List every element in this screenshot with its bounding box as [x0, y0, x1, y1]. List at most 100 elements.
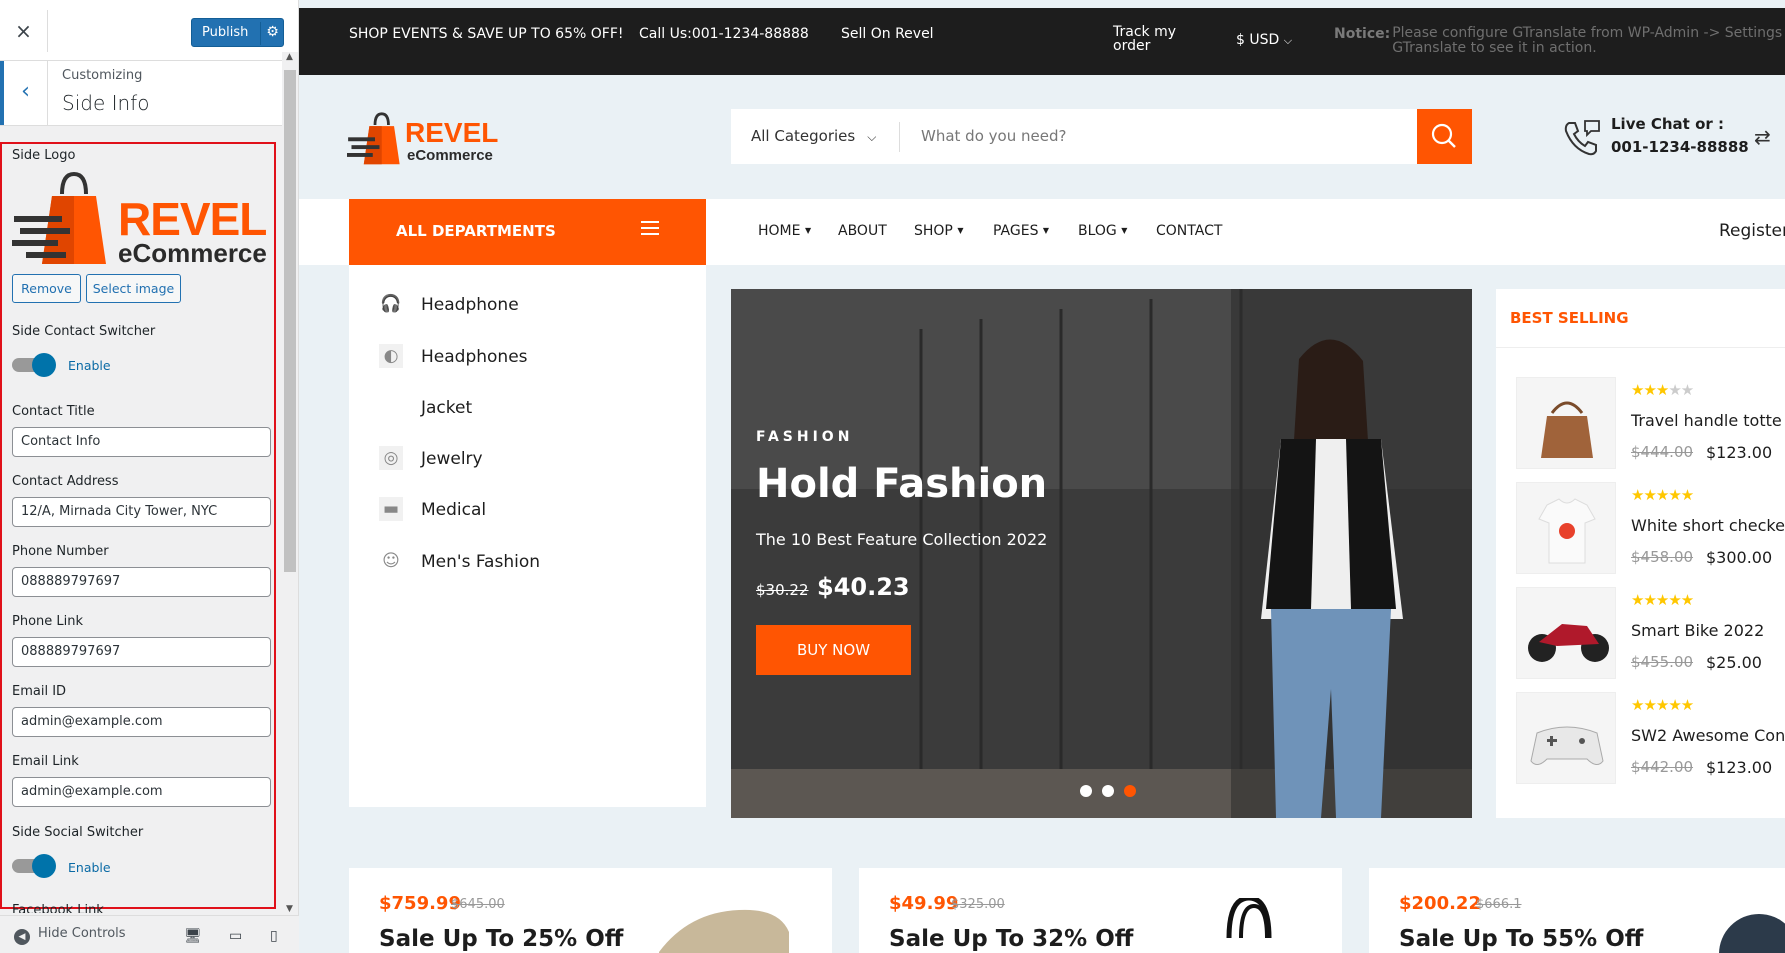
product-old-price: $444.00	[1631, 443, 1694, 461]
tablet-preview-icon[interactable]: ▭	[229, 928, 242, 944]
nav-pages-label: PAGES	[993, 223, 1039, 239]
department-label: Headphones	[421, 347, 528, 367]
remove-logo-button[interactable]: Remove	[12, 274, 81, 303]
customizer-footer: ◀ Hide Controls 🖥 ▭ ▯	[0, 915, 299, 953]
select-image-button[interactable]: Select image	[86, 274, 181, 303]
compare-shuffle-icon[interactable]: ⇄	[1754, 125, 1771, 149]
publish-button[interactable]: Publish ⚙	[191, 18, 284, 47]
scroll-down-icon[interactable]: ▼	[286, 904, 293, 914]
contact-switcher-toggle[interactable]	[12, 352, 56, 377]
site-logo[interactable]: REVEL eCommerce	[347, 109, 498, 169]
promo-card[interactable]: $759.99 $645.00 Sale Up To 25% Off	[349, 868, 832, 953]
desktop-preview-icon[interactable]: 🖥	[184, 928, 202, 944]
breadcrumb: Customizing	[62, 68, 143, 83]
ring-icon: ◎	[379, 446, 403, 470]
section-header: ‹ Customizing Side Info	[0, 61, 282, 126]
email-id-input[interactable]: admin@example.com	[12, 707, 271, 737]
man-icon: ☺	[382, 551, 400, 571]
notice-line-1: Please configure GTranslate from WP-Admi…	[1392, 25, 1785, 41]
best-selling-divider	[1496, 347, 1785, 348]
best-selling-item[interactable]: ★★★★★ Travel handle totte $444.00 $123.0…	[1516, 377, 1785, 469]
side-info-controls: Side Logo REVEL eCommerce Remove Select …	[0, 142, 276, 909]
best-selling-item[interactable]: ★★★★★ White short checke $458.00 $300.00	[1516, 482, 1785, 574]
slider-dot-3-active[interactable]	[1124, 785, 1136, 797]
all-departments-button[interactable]: ALL DEPARTMENTS	[349, 199, 706, 265]
product-name: Travel handle totte	[1631, 411, 1782, 430]
email-link-input[interactable]: admin@example.com	[12, 777, 271, 807]
best-selling-panel: BEST SELLING ★★★★★ Travel handle totte $…	[1496, 289, 1785, 818]
slider-dot-2[interactable]	[1102, 785, 1114, 797]
slider-dot-1[interactable]	[1080, 785, 1092, 797]
collapse-arrow-icon: ◀	[14, 929, 30, 945]
social-switcher-toggle[interactable]	[12, 853, 56, 878]
back-button[interactable]: ‹	[0, 61, 48, 125]
register-link[interactable]: Register	[1719, 221, 1785, 241]
close-customizer-button[interactable]: ×	[0, 10, 48, 52]
logo-text-bottom: eCommerce	[118, 238, 267, 268]
headphone-icon: 🎧	[380, 294, 402, 314]
phone-link-label: Phone Link	[12, 614, 84, 629]
live-chat-phone: 001-1234-88888	[1611, 138, 1749, 156]
scrollbar-thumb[interactable]	[284, 70, 296, 572]
topbar-sell-link[interactable]: Sell On Revel	[841, 26, 934, 42]
nav-home[interactable]: HOME ▼	[758, 223, 811, 239]
topbar-call[interactable]: Call Us:001-1234-88888	[639, 26, 809, 42]
mobile-preview-icon[interactable]: ▯	[270, 928, 278, 944]
hide-controls-label: Hide Controls	[38, 926, 126, 941]
gear-icon[interactable]: ⚙	[260, 22, 284, 45]
sidebar-scrollbar[interactable]: ▲ ▼	[282, 52, 298, 914]
phone-number-input[interactable]: 088889797697	[12, 567, 271, 597]
track-order-link[interactable]: Track my order	[1113, 25, 1176, 53]
live-chat-label: Live Chat or :	[1611, 115, 1724, 133]
hero-subtitle: The 10 Best Feature Collection 2022	[756, 530, 1048, 549]
product-new-price: $123.00	[1706, 443, 1773, 462]
nav-contact[interactable]: CONTACT	[1156, 223, 1222, 239]
caret-down-icon: ▼	[1042, 226, 1050, 235]
department-label: Medical	[421, 500, 487, 520]
currency-value: $ USD	[1236, 32, 1280, 48]
contact-address-input[interactable]: 12/A, Mirnada City Tower, NYC	[12, 497, 271, 527]
search-button[interactable]	[1417, 109, 1472, 164]
best-selling-item[interactable]: ★★★★★ Smart Bike 2022 $455.00 $25.00	[1516, 587, 1785, 679]
scroll-up-icon[interactable]: ▲	[286, 52, 293, 62]
publish-label: Publish	[202, 25, 249, 40]
product-old-price: $455.00	[1631, 653, 1694, 671]
social-switcher-state: Enable	[68, 860, 111, 875]
email-link-label: Email Link	[12, 754, 79, 769]
department-item-jewelry[interactable]: ◎ Jewelry	[379, 446, 699, 472]
search-input[interactable]: What do you need?	[921, 127, 1066, 145]
chevron-down-icon: ⌵	[1283, 34, 1293, 47]
department-item-headphones[interactable]: ◐ Headphones	[379, 344, 699, 370]
promo-new-price: $759.99	[379, 893, 461, 914]
best-selling-item[interactable]: ★★★★★ SW2 Awesome Con $442.00 $123.00	[1516, 692, 1785, 784]
product-old-price: $458.00	[1631, 548, 1694, 566]
promo-card[interactable]: $49.99 $325.00 Sale Up To 32% Off	[859, 868, 1342, 953]
rating-stars: ★★★★★	[1631, 696, 1694, 714]
phone-link-input[interactable]: 088889797697	[12, 637, 271, 667]
department-list: 🎧 Headphone ◐ Headphones Jacket ◎ Jewelry ▬…	[349, 265, 706, 807]
nav-shop[interactable]: SHOP ▼	[914, 223, 964, 239]
main-nav: ALL DEPARTMENTS HOME ▼ ABOUT SHOP ▼ PAGE…	[299, 199, 1785, 265]
department-item-headphone[interactable]: 🎧 Headphone	[379, 292, 699, 318]
department-label: Jacket	[421, 398, 473, 418]
nav-pages[interactable]: PAGES ▼	[993, 223, 1049, 239]
department-item-medical[interactable]: ▬ Medical	[379, 497, 699, 523]
hero-slider: FASHION Hold Fashion The 10 Best Feature…	[731, 289, 1472, 818]
hide-controls-button[interactable]: ◀ Hide Controls	[14, 926, 126, 945]
product-new-price: $300.00	[1706, 548, 1773, 567]
promo-old-price: $325.00	[951, 897, 1005, 912]
category-select[interactable]: All Categories ⌵	[751, 127, 876, 145]
department-item-jacket[interactable]: Jacket	[379, 395, 699, 421]
nav-home-label: HOME	[758, 223, 801, 239]
department-item-mens-fashion[interactable]: ☺ Men's Fashion	[379, 549, 699, 575]
currency-select[interactable]: $ USD ⌵	[1236, 32, 1292, 48]
buy-now-button[interactable]: BUY NOW	[756, 625, 911, 675]
notice-text: Please configure GTranslate from WP-Admi…	[1392, 26, 1785, 56]
promo-card[interactable]: $200.22 $666.1 Sale Up To 55% Off	[1369, 868, 1785, 953]
site-preview: SHOP EVENTS & SAVE UP TO 65% OFF! Call U…	[299, 0, 1785, 953]
nav-blog[interactable]: BLOG ▼	[1078, 223, 1127, 239]
customizer-sidebar: × Publish ⚙ ‹ Customizing Side Info Side…	[0, 0, 299, 953]
contact-title-input[interactable]: Contact Info	[12, 427, 271, 457]
nav-about[interactable]: ABOUT	[838, 223, 887, 239]
bag-product-image	[1516, 377, 1616, 469]
